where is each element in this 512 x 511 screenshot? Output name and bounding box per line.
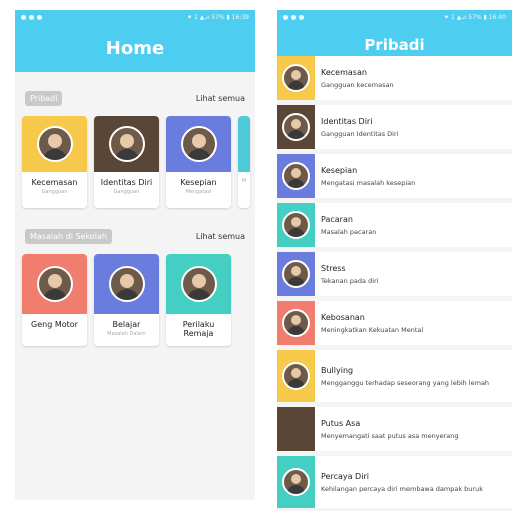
topic-card[interactable]: Belajar Masalah Dalam [94,254,159,346]
list-item-image [277,407,315,451]
card-image [238,116,250,172]
page-title: Home [15,24,255,72]
list-item-subtitle: Tekanan pada diri [321,276,379,285]
status-bar: ⚫ 1 ▲⊿ 57% ▮ 16:39 [15,10,255,24]
avatar [282,309,310,337]
section-chip: Pribadi [25,90,63,106]
card-title: Kesepian [180,178,217,187]
section-sekolah-header: Masalah di Sekolah Lihat semua [15,224,255,248]
card-title: Geng Motor [31,320,78,329]
topic-card[interactable]: Kesepian Mengatasi [166,116,231,208]
avatar [282,113,310,141]
list-item[interactable]: Stress Tekanan pada diri [277,252,512,296]
notification-icon [21,14,26,20]
see-all-link[interactable]: Lihat semua [196,94,245,103]
topic-card[interactable]: M [238,116,250,208]
card-image [94,254,159,314]
avatar [282,468,310,496]
topic-card[interactable]: Geng Motor [22,254,87,346]
topic-card[interactable]: Kecemasan Gangguan [22,116,87,208]
notification-icon [283,14,288,20]
card-subtitle: Masalah Dalam [107,331,146,337]
status-text: ⚫ 1 ▲⊿ 57% ▮ 16:39 [187,13,249,21]
card-title: Perilaku Remaja [182,320,215,338]
card-row-pribadi: Kecemasan Gangguan Identitas Diri Ganggu… [15,116,255,212]
list-item[interactable]: Kebosanan Meningkatkan Kekuatan Mental [277,301,512,345]
topic-card[interactable]: Identitas Diri Gangguan [94,116,159,208]
card-image [22,254,87,314]
list-item-subtitle: Masalah pacaran [321,227,377,236]
card-image [166,116,231,172]
pribadi-screen: ⚫ 1 ▲⊿ 57% ▮ 16:40 Pribadi Kecemasan Gang… [277,10,512,511]
avatar [36,266,73,302]
list-item-subtitle: Meningkatkan Kekuatan Mental [321,325,424,334]
card-subtitle: Gangguan [113,189,140,195]
list-item[interactable]: Identitas Diri Gangguan Identitas Diri [277,105,512,149]
list-item-image [277,252,315,296]
card-image [22,116,87,172]
list-item-subtitle: Menyemangati saat putus asa menyerang [321,431,459,440]
list-item-subtitle: Kehilangan percaya diri membawa dampak b… [321,484,483,493]
notification-icon [299,14,304,20]
list-item-title: Stress [321,263,346,273]
list-item-image [277,203,315,247]
avatar [180,266,217,302]
list-item-image [277,350,315,402]
list-item-image [277,154,315,198]
card-image [94,116,159,172]
notification-icons [21,14,42,20]
avatar [282,260,310,288]
avatar [282,362,310,390]
avatar [180,126,217,162]
status-bar: ⚫ 1 ▲⊿ 57% ▮ 16:40 [277,10,512,24]
list-item-image [277,105,315,149]
list-item[interactable]: Percaya Diri Kehilangan percaya diri memb… [277,456,512,508]
avatar [108,126,145,162]
home-screen: ⚫ 1 ▲⊿ 57% ▮ 16:39 Home Pribadi Lihat se… [15,10,255,500]
avatar [282,211,310,239]
avatar [282,64,310,92]
topic-card[interactable]: Perilaku Remaja [166,254,231,346]
list-item-title: Percaya Diri [321,471,369,481]
list-item[interactable]: Pacaran Masalah pacaran [277,203,512,247]
list-item-image [277,301,315,345]
section-chip: Masalah di Sekolah [25,228,112,244]
list-item[interactable]: Kecemasan Gangguan kecemasan [277,56,512,100]
list-item-subtitle: Gangguan kecemasan [321,80,394,89]
topic-list: Kecemasan Gangguan kecemasan Identitas Di… [277,56,512,508]
notification-icon [29,14,34,20]
status-text: ⚫ 1 ▲⊿ 57% ▮ 16:40 [444,13,506,21]
list-item-title: Kecemasan [321,67,367,77]
avatar [282,162,310,190]
list-item-title: Kebosanan [321,312,365,322]
card-title: Belajar [112,320,141,329]
card-subtitle: Mengatasi [185,189,212,195]
list-item[interactable]: Kesepian Mengatasi masalah kesepian [277,154,512,198]
list-item-subtitle: Mengganggu terhadap seseorang yang lebih… [321,378,490,387]
card-title: Kecemasan [31,178,78,187]
list-item-image [277,456,315,508]
list-item-title: Pacaran [321,214,353,224]
list-item-image [277,56,315,100]
section-pribadi-header: Pribadi Lihat semua [15,86,255,110]
card-row-sekolah: Geng Motor Belajar Masalah Dalam Perilak… [15,254,255,350]
card-title: Identitas Diri [100,178,153,187]
list-item-title: Bullying [321,365,354,375]
card-subtitle: Gangguan [41,189,68,195]
card-subtitle: M [241,178,247,184]
notification-icons [283,14,304,20]
list-item-title: Putus Asa [321,418,361,428]
list-item-title: Identitas Diri [321,116,373,126]
see-all-link[interactable]: Lihat semua [196,232,245,241]
list-item[interactable]: Bullying Mengganggu terhadap seseorang ya… [277,350,512,402]
notification-icon [37,14,42,20]
list-item-title: Kesepian [321,165,358,175]
list-item-subtitle: Gangguan Identitas Diri [321,129,399,138]
avatar [36,126,73,162]
list-item[interactable]: Putus Asa Menyemangati saat putus asa men… [277,407,512,451]
card-image [166,254,231,314]
notification-icon [291,14,296,20]
avatar [108,266,145,302]
list-item-subtitle: Mengatasi masalah kesepian [321,178,416,187]
